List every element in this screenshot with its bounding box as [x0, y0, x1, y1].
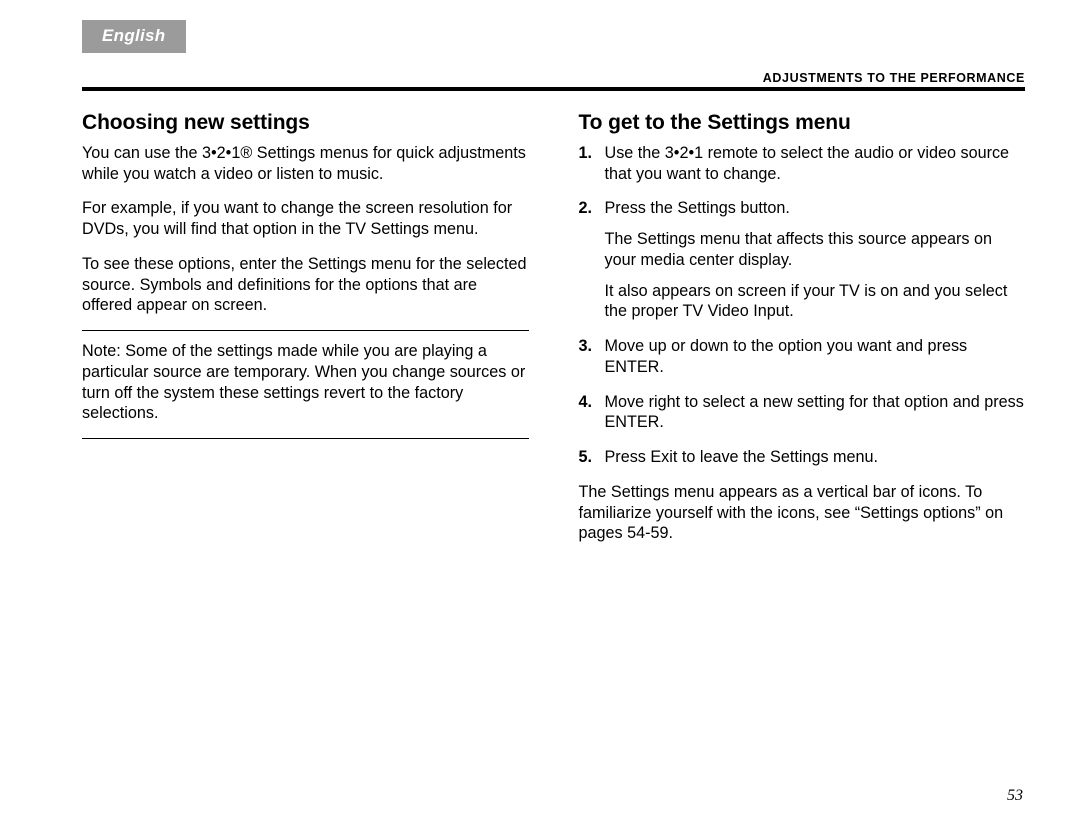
- left-paragraph-3: To see these options, enter the Settings…: [82, 254, 529, 316]
- right-column: To get to the Settings menu 1. Use the 3…: [579, 105, 1026, 558]
- left-note: Note: Some of the settings made while yo…: [82, 341, 529, 424]
- step-text: Use the 3•2•1 remote to select the audio…: [605, 144, 1010, 183]
- steps-list: 1. Use the 3•2•1 remote to select the au…: [579, 143, 1026, 468]
- section-header: Adjustments to the performance: [82, 71, 1025, 85]
- page-number: 53: [1007, 787, 1023, 805]
- right-heading: To get to the Settings menu: [579, 111, 1026, 135]
- step-text: Move up or down to the option you want a…: [605, 337, 968, 376]
- left-column: Choosing new settings You can use the 3•…: [82, 105, 529, 558]
- step-number: 1.: [579, 143, 593, 164]
- header-rule: [82, 87, 1025, 91]
- content-columns: Choosing new settings You can use the 3•…: [82, 105, 1025, 558]
- step-1: 1. Use the 3•2•1 remote to select the au…: [579, 143, 1026, 184]
- left-paragraph-2: For example, if you want to change the s…: [82, 198, 529, 239]
- step-subtext-2: It also appears on screen if your TV is …: [605, 281, 1026, 322]
- step-5: 5. Press Exit to leave the Settings menu…: [579, 447, 1026, 468]
- step-text: Press the Settings button.: [605, 199, 790, 217]
- note-top-rule: [82, 330, 529, 331]
- step-subtext-1: The Settings menu that affects this sour…: [605, 229, 1026, 270]
- step-number: 2.: [579, 198, 593, 219]
- step-number: 4.: [579, 392, 593, 413]
- step-text: Press Exit to leave the Settings menu.: [605, 448, 879, 466]
- right-after-paragraph: The Settings menu appears as a vertical …: [579, 482, 1026, 544]
- step-number: 3.: [579, 336, 593, 357]
- language-tab: English: [82, 20, 186, 53]
- note-bottom-rule: [82, 438, 529, 439]
- step-text: Move right to select a new setting for t…: [605, 393, 1024, 432]
- step-4: 4. Move right to select a new setting fo…: [579, 392, 1026, 433]
- left-paragraph-1: You can use the 3•2•1® Settings menus fo…: [82, 143, 529, 184]
- left-heading: Choosing new settings: [82, 111, 529, 135]
- step-2: 2. Press the Settings button. The Settin…: [579, 198, 1026, 322]
- step-number: 5.: [579, 447, 593, 468]
- manual-page: English Adjustments to the performance C…: [0, 0, 1080, 825]
- step-3: 3. Move up or down to the option you wan…: [579, 336, 1026, 377]
